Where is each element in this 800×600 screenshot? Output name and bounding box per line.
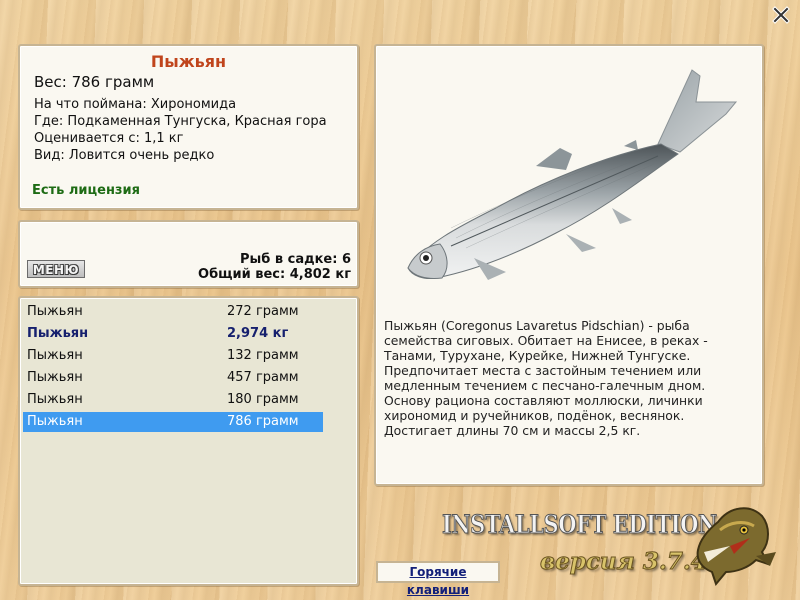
fish-image xyxy=(407,69,738,280)
catch-row[interactable]: Пыжьян 132 грамм xyxy=(23,346,323,366)
description-panel: Пыжьян (Coregonus Lavaretus Pidschian) -… xyxy=(374,44,764,486)
menu-button[interactable]: МЕНЮ xyxy=(27,260,85,278)
rarity-label: Вид: Ловится очень редко xyxy=(34,148,215,163)
close-icon xyxy=(772,6,790,24)
catch-list: Пыжьян 272 грамм Пыжьян 2,974 кг Пыжьян 132 г… xyxy=(18,296,359,586)
stats-panel: МЕНЮ Рыб в садке: 6 Общий вес: 4,802 кг xyxy=(18,220,359,288)
fish-description: Пыжьян (Coregonus Lavaretus Pidschian) -… xyxy=(384,318,708,438)
close-button[interactable] xyxy=(772,6,790,24)
fish-weight: Вес: 786 грамм xyxy=(34,73,155,91)
catch-row-weight: 786 грамм xyxy=(227,414,299,429)
catch-row-weight: 132 грамм xyxy=(227,348,299,363)
location-label: Где: Подкаменная Тунгуска, Красная гора xyxy=(34,114,327,129)
catch-row-name: Пыжьян xyxy=(27,326,89,341)
hotkeys-button[interactable]: Горячие клавиши xyxy=(376,561,500,597)
edition-title: INSTALLSOFT EDITION xyxy=(442,510,718,540)
catch-row-name: Пыжьян xyxy=(27,392,83,407)
catch-row-name: Пыжьян xyxy=(27,304,83,319)
fish-title: Пыжьян xyxy=(150,52,227,71)
rated-label: Оценивается с: 1,1 кг xyxy=(34,131,184,146)
catch-row-weight: 272 грамм xyxy=(227,304,299,319)
fish-details: На что поймана: Хирономида Где: Подкамен… xyxy=(34,96,327,164)
catch-row-weight: 2,974 кг xyxy=(227,326,289,341)
catch-row[interactable]: Пыжьян 457 грамм xyxy=(23,368,323,388)
total-weight: Общий вес: 4,802 кг xyxy=(198,267,351,282)
fish-info-panel: Пыжьян Вес: 786 грамм На что поймана: Хи… xyxy=(18,44,359,210)
catch-row-name: Пыжьян xyxy=(27,414,83,429)
hotkeys-label[interactable]: Горячие клавиши xyxy=(407,565,469,597)
catch-row-weight: 180 грамм xyxy=(227,392,299,407)
catch-row[interactable]: Пыжьян 272 грамм xyxy=(23,302,323,322)
version-label: версия 3.7.4 xyxy=(540,548,708,576)
catch-row-name: Пыжьян xyxy=(27,370,83,385)
catch-row[interactable]: Пыжьян 180 грамм xyxy=(23,390,323,410)
fish-count: Рыб в садке: 6 xyxy=(239,252,351,267)
bait-label: На что поймана: Хирономида xyxy=(34,97,237,112)
pike-logo xyxy=(696,507,776,587)
catch-row[interactable]: Пыжьян 786 грамм xyxy=(23,412,323,432)
catch-row-weight: 457 грамм xyxy=(227,370,299,385)
catch-row-name: Пыжьян xyxy=(27,348,83,363)
license-status: Есть лицензия xyxy=(32,183,140,198)
catch-row[interactable]: Пыжьян 2,974 кг xyxy=(23,324,323,344)
